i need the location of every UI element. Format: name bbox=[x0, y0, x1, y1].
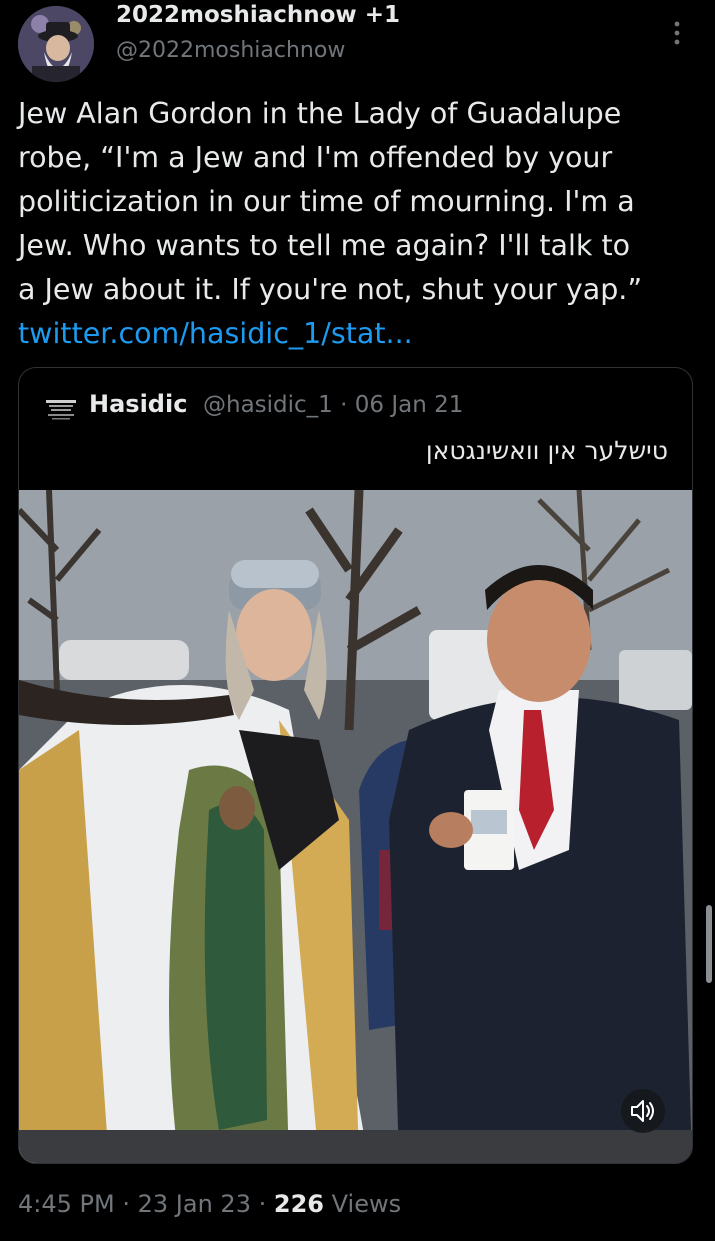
tweet-time[interactable]: 4:45 PM bbox=[18, 1190, 115, 1218]
author-name[interactable]: 2022moshiachnow +1 bbox=[116, 2, 400, 28]
quoted-tweet-text: טישלער אין וואשינגטאן bbox=[425, 436, 668, 465]
views-label: Views bbox=[331, 1190, 402, 1218]
tweet-link[interactable]: twitter.com/hasidic_1/stat... bbox=[18, 312, 413, 356]
speaker-icon bbox=[631, 1100, 654, 1122]
tweet-date[interactable]: 23 Jan 23 bbox=[138, 1190, 251, 1218]
video-frame bbox=[19, 490, 692, 1163]
meta-separator: · bbox=[340, 392, 348, 418]
video-player[interactable] bbox=[19, 490, 692, 1163]
meta-separator: · bbox=[122, 1190, 130, 1218]
quoted-tweet-card[interactable]: Hasidic @hasidic_1 · 06 Jan 21 טישלער אי… bbox=[18, 367, 693, 1164]
quoted-tweet-date: 06 Jan 21 bbox=[354, 392, 464, 418]
mute-button[interactable] bbox=[621, 1089, 665, 1133]
author-avatar[interactable] bbox=[18, 6, 94, 82]
tweet-meta: 4:45 PM · 23 Jan 23 · 226 Views bbox=[18, 1190, 401, 1218]
more-vertical-icon[interactable] bbox=[660, 14, 694, 48]
views-count[interactable]: 226 bbox=[274, 1190, 324, 1218]
tweet-text: Jew Alan Gordon in the Lady of Guadalupe… bbox=[18, 97, 643, 306]
author-handle[interactable]: @2022moshiachnow bbox=[116, 38, 345, 63]
quoted-author-name: Hasidic bbox=[89, 390, 188, 418]
meta-separator: · bbox=[258, 1190, 267, 1218]
quoted-author-handle: @hasidic_1 bbox=[203, 392, 333, 418]
quoted-author-meta: @hasidic_1 · 06 Jan 21 bbox=[203, 392, 463, 418]
quoted-author-avatar bbox=[43, 396, 79, 422]
scrollbar[interactable] bbox=[706, 905, 712, 983]
